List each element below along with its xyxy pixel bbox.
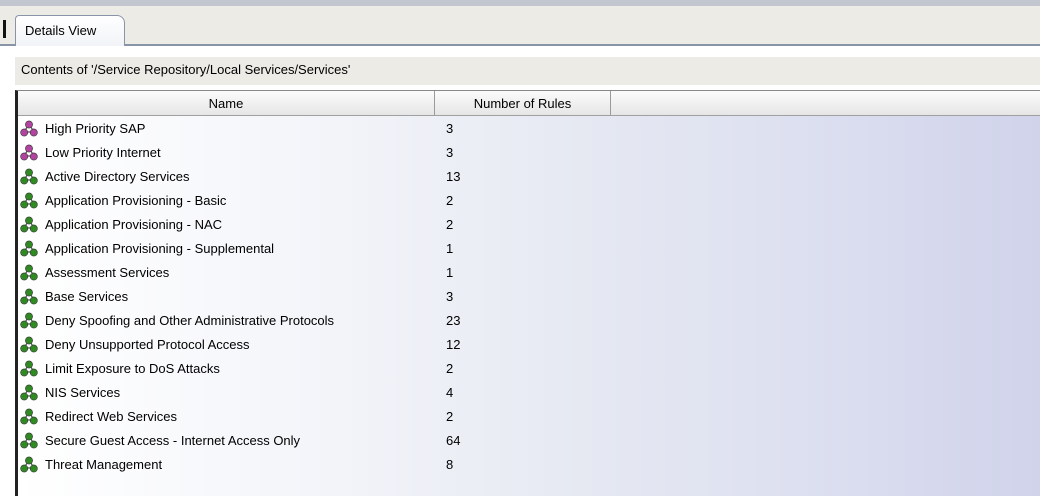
service-icon xyxy=(20,168,38,185)
rule-count: 2 xyxy=(446,217,454,232)
service-name: Threat Management xyxy=(45,457,163,472)
table-row[interactable]: Active Directory Services 13 xyxy=(18,164,1040,188)
rule-count: 12 xyxy=(446,337,461,352)
tab-baseline xyxy=(0,44,1040,46)
service-icon xyxy=(20,360,38,377)
table-row[interactable]: Application Provisioning - Supplemental 1 xyxy=(18,236,1040,260)
rule-count: 1 xyxy=(446,241,454,256)
service-name: Application Provisioning - Supplemental xyxy=(45,241,275,256)
column-header-number-of-rules[interactable]: Number of Rules xyxy=(435,91,611,115)
service-icon xyxy=(20,408,38,425)
rule-count: 2 xyxy=(446,193,454,208)
service-name: Application Provisioning - NAC xyxy=(45,217,223,232)
table-row[interactable]: Limit Exposure to DoS Attacks 2 xyxy=(18,356,1040,380)
table-row[interactable]: Base Services 3 xyxy=(18,284,1040,308)
service-name: Assessment Services xyxy=(45,265,170,280)
service-name: High Priority SAP xyxy=(45,121,146,136)
service-icon xyxy=(20,336,38,353)
table-row[interactable]: High Priority SAP 3 xyxy=(18,116,1040,140)
services-table: Name Number of Rules High Priority SAP 3 L… xyxy=(15,90,1040,496)
rule-count: 2 xyxy=(446,409,454,424)
rule-count: 13 xyxy=(446,169,461,184)
service-name: Application Provisioning - Basic xyxy=(45,193,227,208)
rule-count: 3 xyxy=(446,289,454,304)
service-icon xyxy=(20,144,38,161)
window-edge-marker xyxy=(3,20,6,38)
service-name: Deny Spoofing and Other Administrative P… xyxy=(45,313,335,328)
service-icon xyxy=(20,240,38,257)
table-row[interactable]: Assessment Services 1 xyxy=(18,260,1040,284)
service-name: Redirect Web Services xyxy=(45,409,177,424)
service-icon xyxy=(20,120,38,137)
table-row[interactable]: Low Priority Internet 3 xyxy=(18,140,1040,164)
table-row[interactable]: Threat Management 8 xyxy=(18,452,1040,476)
path-bar: Contents of '/Service Repository/Local S… xyxy=(15,57,1040,85)
rule-count: 1 xyxy=(446,265,454,280)
rule-count: 8 xyxy=(446,457,454,472)
rule-count: 3 xyxy=(446,145,454,160)
table-row[interactable]: Secure Guest Access - Internet Access On… xyxy=(18,428,1040,452)
service-name: Deny Unsupported Protocol Access xyxy=(45,337,250,352)
table-row[interactable]: Application Provisioning - NAC 2 xyxy=(18,212,1040,236)
service-icon xyxy=(20,456,38,473)
rule-count: 23 xyxy=(446,313,461,328)
path-label: Contents of '/Service Repository/Local S… xyxy=(21,62,351,77)
service-icon xyxy=(20,312,38,329)
table-row[interactable]: Deny Spoofing and Other Administrative P… xyxy=(18,308,1040,332)
table-header: Name Number of Rules xyxy=(18,91,1040,116)
rule-count: 64 xyxy=(446,433,461,448)
service-icon xyxy=(20,384,38,401)
service-icon xyxy=(20,192,38,209)
rule-count: 2 xyxy=(446,361,454,376)
table-row[interactable]: Redirect Web Services 2 xyxy=(18,404,1040,428)
table-row[interactable]: NIS Services 4 xyxy=(18,380,1040,404)
service-name: Active Directory Services xyxy=(45,169,190,184)
service-icon xyxy=(20,288,38,305)
table-row[interactable]: Deny Unsupported Protocol Access 12 xyxy=(18,332,1040,356)
column-header-name[interactable]: Name xyxy=(18,91,435,115)
table-body: High Priority SAP 3 Low Priority Internet 3… xyxy=(18,116,1040,476)
service-icon xyxy=(20,432,38,449)
service-name: Low Priority Internet xyxy=(45,145,161,160)
tab-details-view[interactable]: Details View xyxy=(15,15,125,46)
service-icon xyxy=(20,216,38,233)
table-row[interactable]: Application Provisioning - Basic 2 xyxy=(18,188,1040,212)
tab-strip: Details View xyxy=(0,0,1040,46)
rule-count: 4 xyxy=(446,385,454,400)
service-name: Base Services xyxy=(45,289,129,304)
rule-count: 3 xyxy=(446,121,454,136)
service-icon xyxy=(20,264,38,281)
service-name: NIS Services xyxy=(45,385,121,400)
service-name: Limit Exposure to DoS Attacks xyxy=(45,361,220,376)
service-name: Secure Guest Access - Internet Access On… xyxy=(45,433,301,448)
